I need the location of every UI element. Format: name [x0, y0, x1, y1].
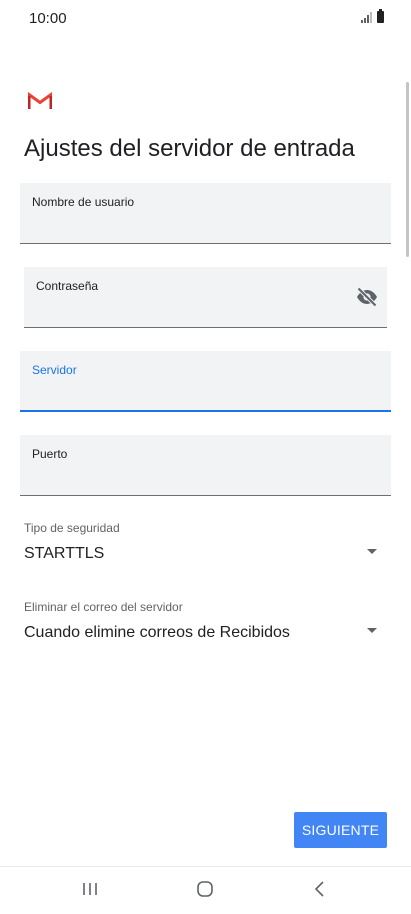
port-input[interactable] — [32, 467, 379, 489]
security-type-value: STARTTLS — [24, 545, 105, 562]
recents-icon[interactable] — [76, 877, 104, 901]
delete-from-server-value: Cuando elimine correos de Recibidos — [24, 624, 290, 641]
server-field[interactable]: Servidor — [20, 351, 391, 412]
next-button[interactable]: SIGUIENTE — [294, 812, 387, 848]
server-input[interactable] — [32, 382, 379, 404]
page-title: Ajustes del servidor de entrada — [24, 135, 355, 162]
status-time: 10:00 — [29, 10, 67, 27]
port-label: Puerto — [32, 447, 68, 461]
security-type-label: Tipo de seguridad — [24, 521, 120, 535]
status-bar: 10:00 — [0, 0, 411, 40]
password-input[interactable] — [36, 299, 343, 321]
gmail-logo — [28, 92, 52, 109]
navigation-bar — [0, 867, 411, 914]
scroll-indicator[interactable] — [406, 82, 409, 257]
dropdown-arrow-icon — [367, 549, 377, 554]
port-field[interactable]: Puerto — [20, 435, 391, 496]
password-field[interactable]: Contraseña — [24, 267, 387, 328]
eye-off-icon[interactable] — [355, 285, 379, 309]
status-icons — [361, 9, 384, 23]
username-input[interactable] — [32, 215, 379, 237]
password-label: Contraseña — [36, 279, 99, 293]
username-label: Nombre de usuario — [32, 195, 135, 209]
security-type-dropdown[interactable]: Tipo de seguridad STARTTLS — [24, 521, 379, 571]
server-label: Servidor — [32, 363, 77, 377]
home-icon[interactable] — [191, 877, 219, 901]
delete-from-server-dropdown[interactable]: Eliminar el correo del servidor Cuando e… — [24, 600, 379, 650]
back-icon[interactable] — [306, 877, 334, 901]
signal-icon — [361, 11, 372, 23]
delete-from-server-label: Eliminar el correo del servidor — [24, 600, 183, 614]
battery-icon — [377, 9, 384, 23]
username-field[interactable]: Nombre de usuario — [20, 183, 391, 244]
dropdown-arrow-icon — [367, 628, 377, 633]
